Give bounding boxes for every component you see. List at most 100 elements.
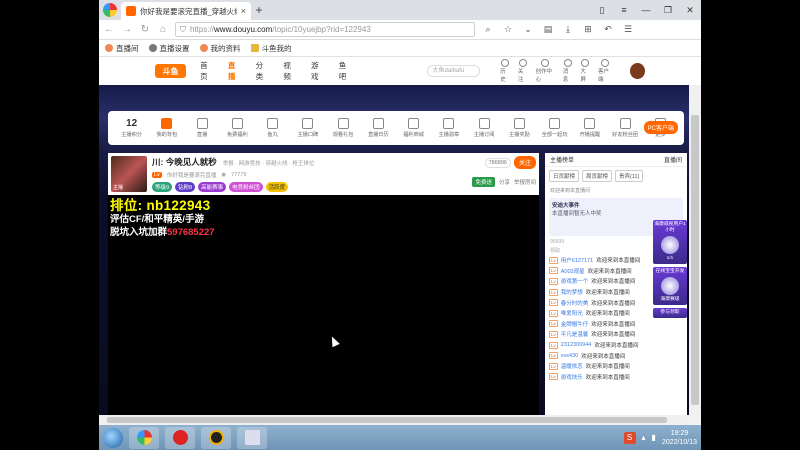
collections-icon[interactable]: ▤ (541, 24, 555, 35)
close-tab-icon[interactable]: × (241, 6, 246, 16)
chat-username[interactable]: 温暖依恋 (561, 362, 583, 370)
float-ad-2[interactable]: 在线宝宝开发 海康赛级 (653, 267, 687, 305)
site-search-input[interactable]: 大鱼daibafu (426, 65, 481, 77)
tab-weekly-rank[interactable]: 周贡献榜 (582, 170, 613, 182)
float-ad-1[interactable]: 海康威视用户1小时 1/1 (653, 220, 687, 264)
bookmark-item[interactable]: 直播间 (105, 43, 139, 54)
chat-username[interactable]: 金牌帽牛仔 (561, 320, 589, 328)
toolbar-points[interactable]: 12 主播积分 (114, 118, 149, 138)
panel-title[interactable]: 主播榜单 (550, 155, 574, 164)
toolbar-free[interactable]: 免费福利 (220, 118, 255, 138)
taskbar-window[interactable] (237, 426, 267, 449)
back-icon[interactable]: ← (103, 24, 115, 35)
chat-message[interactable]: Lv xxx430 欢迎来到本直播间 (549, 350, 683, 361)
toolbar-calendar[interactable]: 直播日历 (361, 118, 396, 138)
chevron-down-icon[interactable]: ⌄ (521, 24, 535, 35)
browser-logo-icon[interactable] (99, 0, 121, 20)
bookmark-item[interactable]: 直播设置 (148, 43, 190, 54)
bookmark-folder[interactable]: 斗鱼我的 (250, 43, 292, 54)
taskbar-browser[interactable] (129, 426, 159, 449)
chat-message[interactable]: Lv 平凡是温馨 欢迎来到本直播间 (549, 329, 683, 340)
chat-username[interactable]: 平凡是温馨 (561, 330, 589, 338)
taskbar-game[interactable] (201, 426, 231, 449)
tray-network-icon[interactable]: ▮ (652, 433, 656, 442)
panel-right-title[interactable]: 直播间 (664, 155, 682, 164)
reader-icon[interactable]: ▯ (591, 5, 613, 16)
chat-username[interactable]: 我的梦想 (561, 288, 583, 296)
scrollbar-thumb[interactable] (691, 115, 699, 405)
streamer-avatar[interactable]: 主播 (111, 156, 147, 192)
nav-video[interactable]: 视频 (283, 60, 297, 82)
menu-icon[interactable]: ≡ (613, 5, 635, 15)
chat-username[interactable]: 唯爱阳光 (561, 309, 583, 317)
chat-username[interactable]: xxx430 (561, 353, 578, 359)
tab-daily-rank[interactable]: 日贡献榜 (549, 170, 580, 182)
toolbar-live[interactable]: 直播 (185, 118, 220, 138)
toolbar-backpack[interactable]: 我的背包 (149, 118, 184, 138)
nav-fishbar[interactable]: 鱼吧 (339, 60, 353, 82)
more-icon[interactable]: ☰ (621, 24, 635, 35)
badge-level[interactable]: 等级9 (152, 182, 173, 192)
toolbar-medal[interactable]: 主播勋章 (431, 118, 466, 138)
avatar[interactable] (630, 63, 646, 79)
input-method-icon[interactable]: S (623, 431, 636, 444)
float-ad-3[interactable]: 参与领取 (653, 308, 687, 318)
report-button[interactable]: 举报房间 (514, 178, 536, 186)
chat-message[interactable]: Lv 温暖依恋 欢迎来到本直播间 (549, 361, 683, 372)
maximize-icon[interactable]: ❐ (657, 5, 679, 16)
badge-fanclub[interactable]: 电竞粉丝团 (229, 182, 263, 192)
toolbar-mall[interactable]: 福利商城 (396, 118, 431, 138)
toolbar-fishball[interactable]: 鱼丸 (255, 118, 290, 138)
free-gift-button[interactable]: 免费送 (472, 177, 495, 187)
refresh-icon[interactable]: ↻ (139, 24, 151, 35)
toolbar-fans[interactable]: 好友粉丝团 (608, 118, 643, 138)
chat-username[interactable]: 游戏快乐 (561, 373, 583, 381)
search-icon[interactable]: ⌕ (481, 24, 495, 35)
tab-douyu[interactable]: 你好我是要滚完直播_穿越火线... × (121, 2, 251, 20)
home-icon[interactable]: ⌂ (157, 24, 169, 35)
start-button[interactable] (103, 427, 123, 448)
toolbar-remind[interactable]: 开播提醒 (572, 118, 607, 138)
badge-activity[interactable]: 活跃度 (265, 182, 289, 192)
minimize-icon[interactable]: — (635, 5, 657, 15)
url-input[interactable]: ⛉ https://www.douyu.com/topic/10yuejbp?r… (175, 22, 475, 37)
pc-client-button[interactable]: PC客户端 (643, 121, 678, 134)
toolbar-subscribe[interactable]: 主播订阅 (467, 118, 502, 138)
chat-message[interactable]: Lv 游戏快乐 欢迎来到本直播间 (549, 372, 683, 383)
badge-diamond[interactable]: 钻粉8 (175, 182, 196, 192)
video-player[interactable]: 排位: nb122943 评估CF/和平精英/手游 脱坑入坑加群59768522… (108, 195, 539, 415)
chat-username[interactable]: 春分时的美 (561, 299, 589, 307)
nav-category[interactable]: 分类 (256, 60, 270, 82)
follow-button[interactable]: 关注 (518, 59, 528, 83)
tray-arrow-icon[interactable]: ▴ (642, 433, 646, 442)
horizontal-scrollbar[interactable] (99, 415, 689, 425)
badge-event[interactable]: 高能赛事 (198, 182, 227, 192)
nav-game[interactable]: 游戏 (311, 60, 325, 82)
toolbar-play[interactable]: 全部一起玩 (537, 118, 572, 138)
follow-button[interactable]: 关注 (513, 156, 536, 169)
chat-username[interactable]: 用户6127171 (561, 256, 593, 264)
chat-message[interactable]: Lv 2312300944 欢迎来到本直播间 (549, 340, 683, 351)
nav-home[interactable]: 首页 (200, 60, 214, 82)
streamer-name[interactable]: 你好我是要滚完直播 (167, 171, 217, 179)
toolbar-reputation[interactable]: 主播口碑 (290, 118, 325, 138)
chat-username[interactable]: A003观星 (561, 267, 585, 275)
new-tab-button[interactable]: + (251, 3, 267, 17)
undo-icon[interactable]: ↶ (601, 24, 615, 35)
toolbar-pack[interactable]: 观看礼包 (326, 118, 361, 138)
nav-live[interactable]: 直播 (228, 60, 242, 82)
star-icon[interactable]: ☆ (501, 24, 515, 35)
hscrollbar-thumb[interactable] (107, 417, 667, 423)
bookmark-item[interactable]: 我的资料 (199, 43, 241, 54)
bigscreen-button[interactable]: 大屏 (580, 59, 590, 83)
taskbar-netease[interactable] (165, 426, 195, 449)
message-button[interactable]: 消息 (563, 59, 573, 83)
forward-icon[interactable]: → (121, 24, 133, 35)
douyu-logo[interactable]: 斗鱼 (155, 64, 187, 78)
clock[interactable]: 19:29 2022/10/13 (662, 429, 697, 447)
download-icon[interactable]: ⤓ (561, 24, 575, 35)
toolbar-reward[interactable]: 主播奖励 (502, 118, 537, 138)
share-button[interactable]: 分享 (499, 178, 510, 186)
history-button[interactable]: 历史 (500, 59, 510, 83)
client-button[interactable]: 客户端 (598, 59, 612, 83)
